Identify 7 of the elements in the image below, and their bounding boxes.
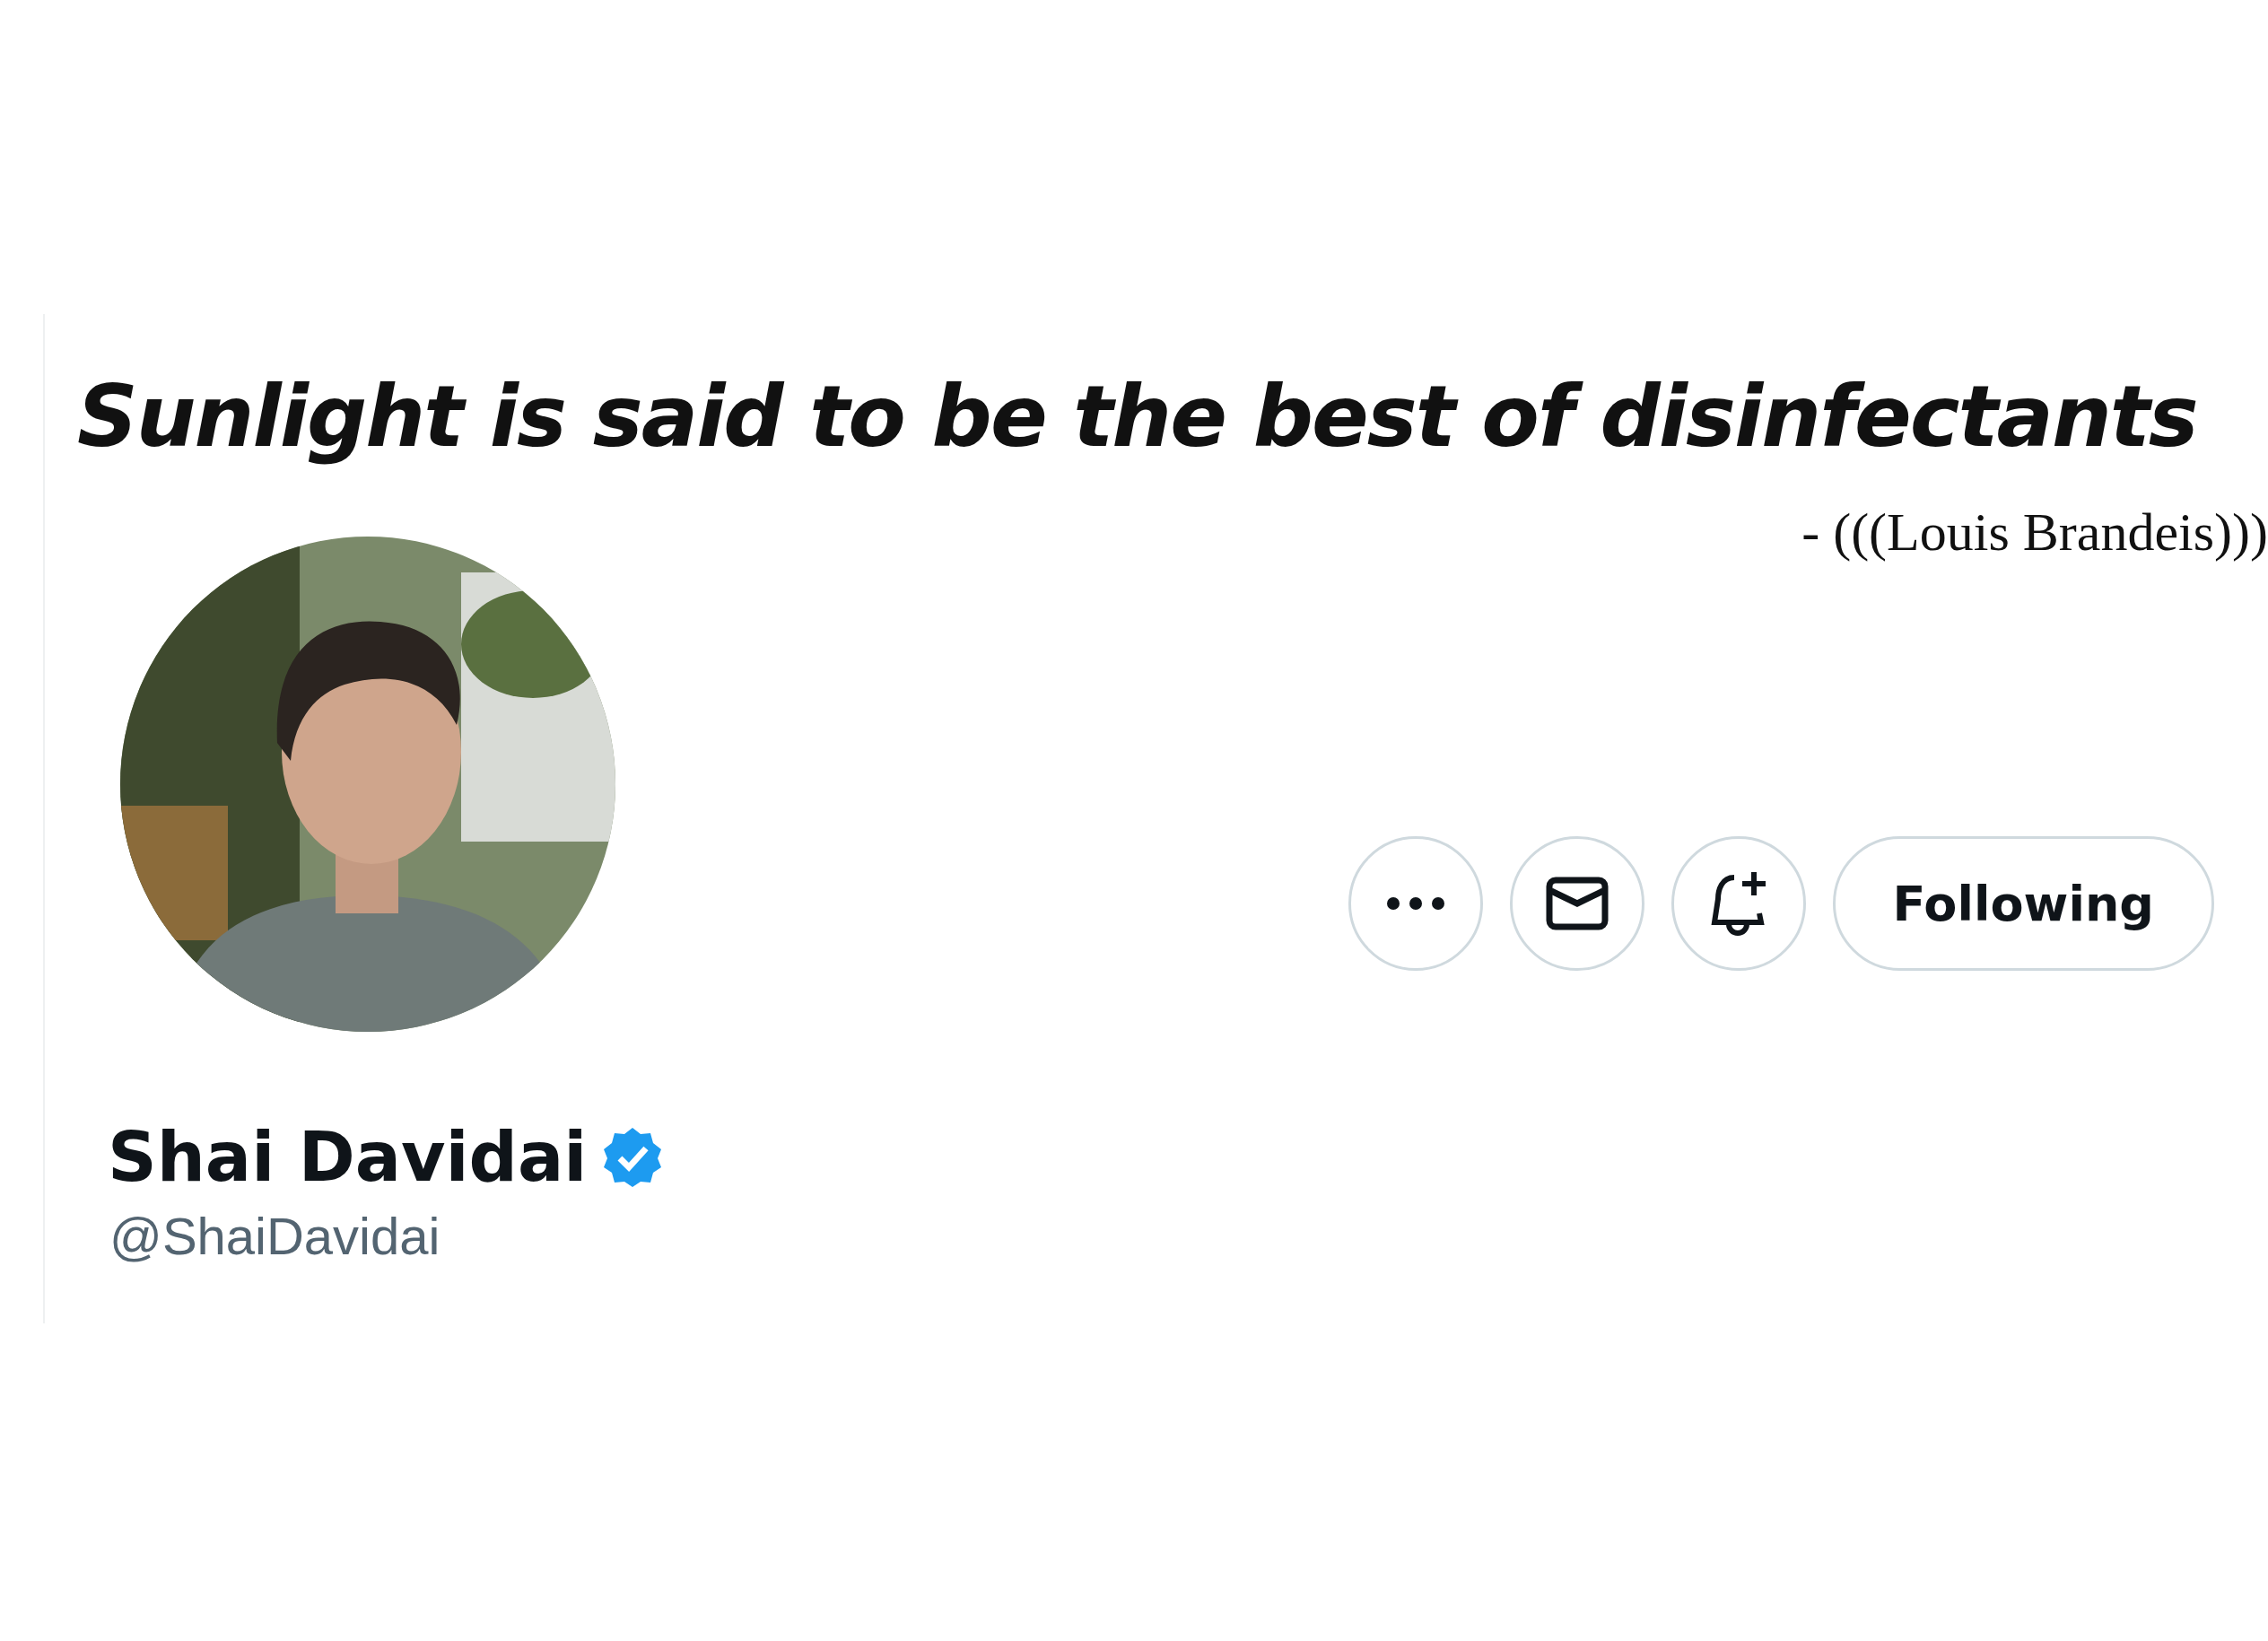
banner-quote: Sunlight is said to be the best of disinfectants <box>77 368 2198 466</box>
mail-icon <box>1545 877 1609 930</box>
profile-handle: @ShaiDavidai <box>109 1206 441 1266</box>
more-icon <box>1385 896 1445 911</box>
quote-attribution: - (((Louis Brandeis))) <box>1801 502 2268 563</box>
profile-name: Shai Davidai <box>108 1117 588 1197</box>
following-button[interactable]: Following <box>1832 836 2214 971</box>
